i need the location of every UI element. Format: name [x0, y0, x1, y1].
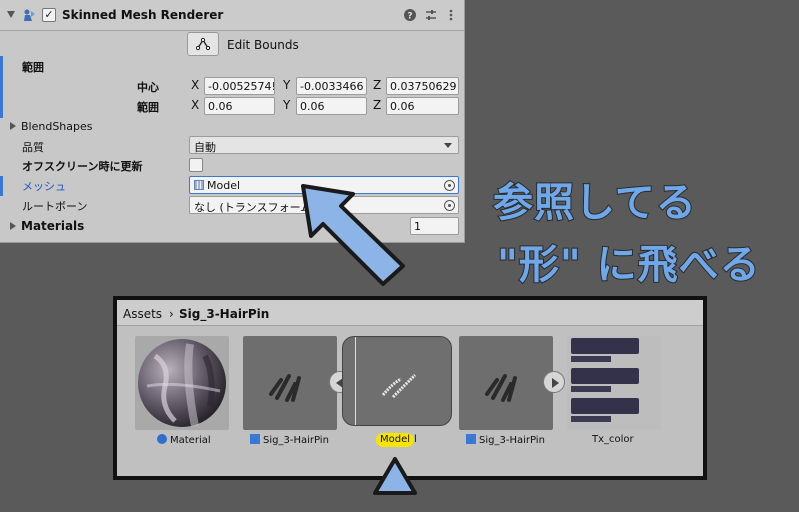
pointer-up-triangle-icon: [373, 457, 417, 495]
mesh-modified-indicator-bar: [0, 176, 3, 196]
project-panel: Assets › Sig_3-HairPin Material Sig_3-Ha…: [113, 296, 707, 480]
materials-foldout-icon[interactable]: [10, 222, 16, 230]
context-menu-kebab-icon[interactable]: [444, 8, 458, 22]
center-label: 中心: [137, 81, 159, 94]
materials-label[interactable]: Materials: [21, 219, 84, 233]
asset-thumbnail-prefab-2[interactable]: [459, 336, 553, 430]
center-x-field[interactable]: -0.0052574!: [204, 77, 275, 95]
project-breadcrumb: Assets › Sig_3-HairPin: [117, 300, 703, 326]
breadcrumb-folder[interactable]: Sig_3-HairPin: [179, 307, 269, 321]
materials-count-field[interactable]: 1: [410, 217, 459, 235]
mesh-icon: [194, 180, 204, 190]
component-title: Skinned Mesh Renderer: [62, 8, 224, 22]
callout-line-1: 参照してる: [492, 179, 697, 227]
extent-x-field[interactable]: 0.06: [204, 97, 275, 115]
chevron-right-icon: [552, 378, 559, 388]
svg-text:?: ?: [407, 12, 412, 22]
dropdown-arrow-icon: [444, 143, 452, 148]
breadcrumb-separator: ›: [169, 307, 174, 321]
asset-label-texture: Tx_color: [592, 434, 634, 445]
asset-thumbnail-texture[interactable]: [567, 336, 661, 430]
asset-label-model-rest: l: [414, 434, 417, 445]
center-z-axis-label: Z: [373, 78, 382, 92]
edit-bounds-label: Edit Bounds: [227, 38, 299, 52]
extent-z-axis-label: Z: [373, 98, 382, 112]
preset-sliders-icon[interactable]: [424, 8, 438, 22]
quality-dropdown[interactable]: 自動: [189, 136, 459, 154]
asset-label-prefab-2: Sig_3-HairPin: [466, 434, 545, 446]
asset-thumbnail-material[interactable]: [135, 336, 229, 430]
asset-thumbnail-model-mesh[interactable]: [342, 336, 452, 426]
asset-label-prefab-1: Sig_3-HairPin: [250, 434, 329, 446]
material-icon: [157, 434, 167, 444]
prefab-icon: [466, 434, 476, 444]
extent-y-field[interactable]: 0.06: [296, 97, 367, 115]
bounds-label: 範囲: [22, 61, 44, 74]
mesh-value: Model: [207, 179, 241, 192]
help-icon[interactable]: ?: [403, 8, 417, 22]
asset-label-material: Material: [157, 434, 211, 446]
extent-y-axis-label: Y: [283, 98, 291, 112]
prefab-icon: [250, 434, 260, 444]
update-offscreen-checkbox[interactable]: [189, 158, 203, 172]
quality-label: 品質: [22, 141, 44, 154]
mesh-label: メッシュ: [22, 180, 66, 193]
center-z-field[interactable]: 0.03750629: [386, 77, 459, 95]
edit-bounds-icon: [195, 37, 211, 51]
prefab-expand-right-button[interactable]: [543, 371, 565, 393]
extent-label: 範囲: [137, 101, 159, 114]
component-header[interactable]: ✓ Skinned Mesh Renderer ?: [0, 0, 464, 31]
blendshapes-label[interactable]: BlendShapes: [21, 120, 93, 133]
breadcrumb-assets[interactable]: Assets: [123, 307, 162, 321]
selection-divider: [355, 337, 356, 425]
modified-indicator-bar: [0, 56, 3, 118]
callout-line-2: "形" に飛べる: [496, 241, 761, 289]
center-y-field[interactable]: -0.0033466: [296, 77, 367, 95]
extent-z-field[interactable]: 0.06: [386, 97, 459, 115]
object-picker-icon[interactable]: [444, 200, 455, 211]
blendshapes-foldout-icon[interactable]: [10, 122, 16, 130]
object-picker-icon[interactable]: [444, 180, 455, 191]
quality-value: 自動: [194, 141, 216, 154]
foldout-arrow-icon[interactable]: [7, 11, 15, 18]
edit-bounds-button[interactable]: [187, 32, 219, 56]
asset-label-model-highlight: Model: [376, 433, 415, 447]
component-enabled-checkbox[interactable]: ✓: [42, 8, 56, 22]
root-bone-label: ルートボーン: [22, 200, 88, 213]
asset-thumbnail-prefab-1[interactable]: [243, 336, 337, 430]
center-y-axis-label: Y: [283, 78, 291, 92]
extent-x-axis-label: X: [191, 98, 200, 112]
center-x-axis-label: X: [191, 78, 200, 92]
callout-arrow-icon: [301, 184, 405, 286]
skinned-mesh-renderer-icon: [24, 9, 35, 21]
update-offscreen-label: オフスクリーン時に更新: [22, 160, 143, 173]
